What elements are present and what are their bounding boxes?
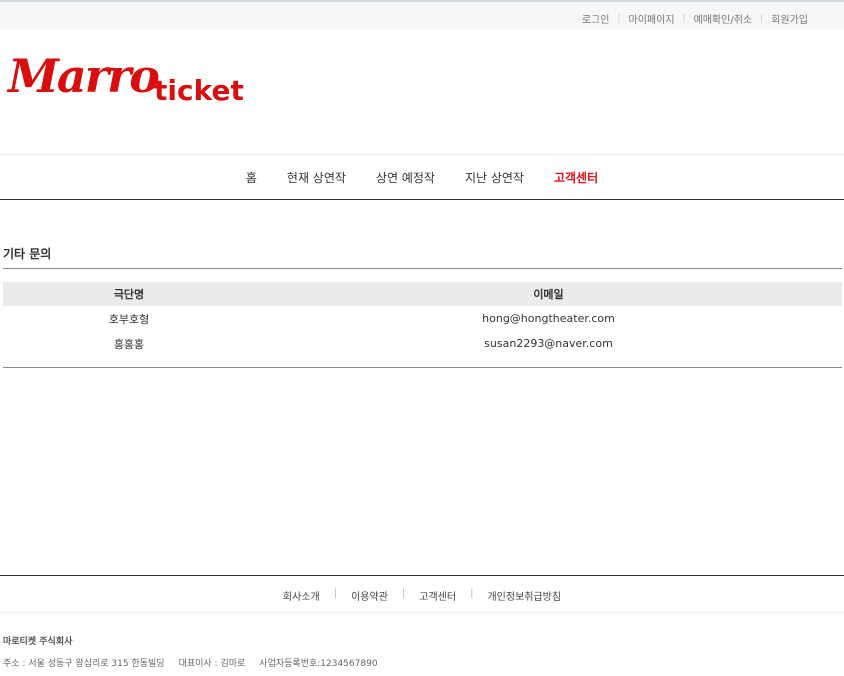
divider [3,367,842,368]
inquiry-table: 극단명 이메일 호부호형 hong@hongtheater.com 홍홍홍 su… [3,282,842,356]
top-links: 로그인 | 마이페이지 | 예매확인/취소 | 회원가입 [582,11,808,27]
column-header-email: 이메일 [255,282,842,306]
signup-link[interactable]: 회원가입 [771,11,808,26]
separator: | [401,588,406,599]
company-address: 주소 : 서울 성동구 왕십리로 315 한동빌딩 [3,659,165,669]
logo-word-text: ticket [154,74,244,107]
troupe-name-cell: 홍홍홍 [113,337,145,351]
company-info: 주소 : 서울 성동구 왕십리로 315 한동빌딩 대표이사 : 김마로 사업자… [3,656,392,669]
separator: | [617,13,621,24]
company-ceo: 대표이사 : 김마로 [178,659,246,669]
nav-upcoming-shows[interactable]: 상연 예정작 [376,169,435,186]
reservation-link[interactable]: 예매확인/취소 [694,11,753,26]
email-cell: susan2293@naver.com [484,337,613,350]
table-row: 호부호형 hong@hongtheater.com [3,306,842,331]
section-title: 기타 문의 [3,247,52,261]
nav-past-shows[interactable]: 지난 상연작 [465,169,524,186]
nav-current-shows[interactable]: 현재 상연작 [287,169,346,186]
separator: | [682,13,686,24]
nav-home[interactable]: 홈 [246,169,257,186]
login-link[interactable]: 로그인 [582,11,610,26]
footer-link-support[interactable]: 고객센터 [419,588,456,603]
separator: | [470,588,474,599]
footer-links-bar: 회사소개 | 이용약관 | 고객센터 | 개인정보취급방침 [0,575,844,613]
main-nav-bar: 홈 현재 상연작 상연 예정작 지난 상연작 고객센터 [0,154,844,200]
footer-link-about[interactable]: 회사소개 [283,588,320,603]
table-row: 홍홍홍 susan2293@naver.com [3,331,842,356]
company-name: 마로티켓 주식회사 [3,637,73,647]
top-utility-bar: 로그인 | 마이페이지 | 예매확인/취소 | 회원가입 [0,0,844,30]
email-cell: hong@hongtheater.com [482,312,615,325]
main-nav: 홈 현재 상연작 상연 예정작 지난 상연작 고객센터 [0,169,844,186]
footer-link-terms[interactable]: 이용약관 [351,588,388,603]
mypage-link[interactable]: 마이페이지 [629,11,675,26]
logo-script-text: Marro [8,49,160,103]
troupe-name-cell: 호부호형 [108,312,150,326]
footer-links: 회사소개 | 이용약관 | 고객센터 | 개인정보취급방침 [0,588,844,603]
table-header-row: 극단명 이메일 [3,282,842,306]
site-logo[interactable]: Marro ticket [8,50,248,110]
separator: | [333,588,338,599]
footer-link-privacy[interactable]: 개인정보취급방침 [487,588,561,603]
divider [3,268,842,269]
column-header-troupe: 극단명 [3,282,255,306]
business-number: 사업자등록번호:1234567890 [259,659,378,669]
nav-customer-center[interactable]: 고객센터 [554,169,598,186]
separator: | [760,13,764,24]
